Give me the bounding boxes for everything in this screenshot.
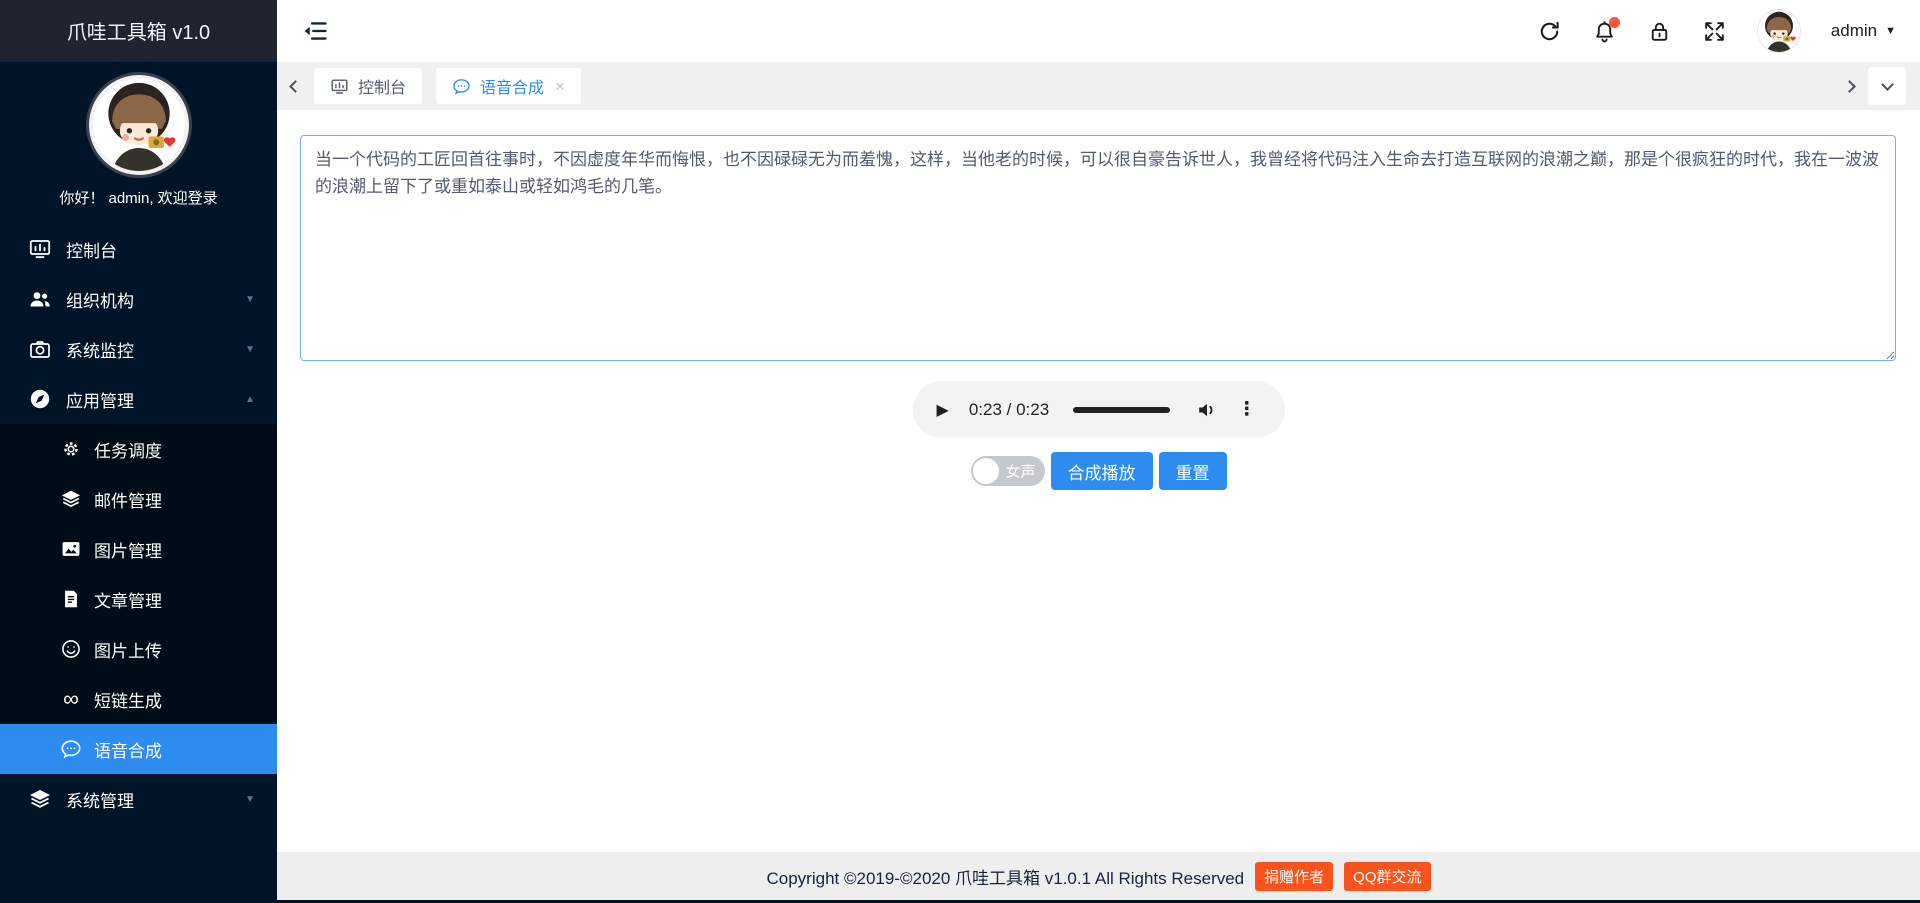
collapse-sidebar-icon[interactable] (301, 17, 329, 45)
sidebar-item-task-schedule[interactable]: 任务调度 (0, 424, 277, 474)
sidebar-item-image-upload[interactable]: 图片上传 (0, 624, 277, 674)
audio-progress-bar[interactable] (1073, 406, 1171, 413)
topbar-actions: admin ▼ (1537, 9, 1896, 53)
sidebar-item-label: 控制台 (66, 241, 117, 261)
users-icon (28, 287, 52, 311)
sidebar-item-label: 语音合成 (94, 741, 162, 761)
chevron-down-icon (1880, 77, 1894, 91)
sidebar-item-label: 图片管理 (94, 541, 162, 561)
app-title: 爪哇工具箱 v1.0 (66, 21, 211, 44)
volume-icon[interactable] (1196, 399, 1218, 421)
reset-button[interactable]: 重置 (1158, 452, 1227, 490)
synthesis-controls: 女声 合成播放 重置 (277, 452, 1920, 490)
username-text: admin (1830, 21, 1878, 40)
notification-badge (1608, 16, 1620, 28)
avatar-image (1757, 10, 1800, 52)
sidebar-item-label: 系统监控 (66, 341, 134, 361)
speech-bubble-icon (60, 738, 82, 760)
toggle-knob (972, 458, 999, 484)
notifications-bell-icon[interactable] (1592, 16, 1620, 44)
layers-icon (60, 488, 82, 510)
sidebar-item-label: 邮件管理 (94, 491, 162, 511)
main-column: admin ▼ 控制台 语音合成 × 当一个代码的工匠回首往事时，不因虚度年华而… (277, 0, 1920, 903)
audio-player-row: ▶ 0:23 / 0:23 ⋮ (277, 381, 1920, 438)
audio-player: ▶ 0:23 / 0:23 ⋮ (912, 381, 1285, 438)
tab-label: 语音合成 (480, 80, 545, 97)
sidebar: 爪哇工具箱 v1.0 你好！ admin, 欢迎登录 控制台 组织机构 ▼ 系统… (0, 0, 277, 903)
donate-author-button[interactable]: 捐赠作者 (1255, 861, 1334, 891)
smiley-icon (60, 638, 82, 660)
user-avatar-small[interactable] (1756, 9, 1801, 53)
synthesize-play-button[interactable]: 合成播放 (1050, 452, 1153, 490)
footer: Copyright ©2019-©2020 爪哇工具箱 v1.0.1 All R… (277, 852, 1920, 900)
sidebar-item-mail-manage[interactable]: 邮件管理 (0, 474, 277, 524)
document-icon (60, 588, 82, 610)
welcome-text: 你好！ admin, 欢迎登录 (59, 190, 218, 207)
chevron-down-icon: ▼ (245, 793, 255, 805)
sidebar-item-short-link[interactable]: ∞ 短链生成 (0, 674, 277, 724)
app-root: 爪哇工具箱 v1.0 你好！ admin, 欢迎登录 控制台 组织机构 ▼ 系统… (0, 0, 1920, 903)
tabs-list-button[interactable] (1868, 67, 1906, 105)
sidebar-item-image-manage[interactable]: 图片管理 (0, 524, 277, 574)
sidebar-item-label: 应用管理 (66, 391, 134, 411)
infinity-icon: ∞ (63, 686, 79, 711)
close-tab-icon[interactable]: × (555, 78, 565, 95)
applications-submenu: 任务调度 邮件管理 图片管理 文章管理 图片上传 ∞ 短链生成 语音合成 (0, 424, 277, 774)
chevron-down-icon: ▼ (245, 343, 255, 355)
sidebar-item-console[interactable]: 控制台 (0, 224, 277, 274)
tabs-scroll-right-icon[interactable] (1843, 79, 1856, 93)
play-icon[interactable]: ▶ (937, 400, 949, 420)
sidebar-item-speech-synthesis[interactable]: 语音合成 (0, 724, 277, 774)
sidebar-item-label: 文章管理 (94, 591, 162, 611)
chevron-up-icon: ▲ (245, 393, 255, 405)
user-avatar-large (88, 75, 189, 175)
sidebar-item-monitor[interactable]: 系统监控 ▼ (0, 324, 277, 374)
gear-icon (60, 438, 82, 460)
speech-text-input[interactable]: 当一个代码的工匠回首往事时，不因虚度年华而悔恨，也不因碌碌无为而羞愧，这样，当他… (300, 135, 1896, 361)
image-icon (60, 538, 82, 560)
chevron-down-icon: ▼ (245, 293, 255, 305)
camera-icon (28, 337, 52, 361)
voice-gender-toggle[interactable]: 女声 (970, 456, 1045, 486)
toggle-label: 女声 (1005, 463, 1036, 481)
sidebar-item-label: 组织机构 (66, 291, 134, 311)
more-options-icon[interactable]: ⋮ (1237, 398, 1256, 421)
dashboard-icon (330, 77, 349, 96)
qq-group-button[interactable]: QQ群交流 (1344, 861, 1431, 891)
sidebar-item-organization[interactable]: 组织机构 ▼ (0, 274, 277, 324)
dashboard-icon (28, 237, 52, 261)
user-menu[interactable]: admin ▼ (1831, 21, 1896, 41)
avatar-image (92, 79, 185, 171)
tabs-scroll-left-icon[interactable] (289, 79, 302, 93)
sidebar-item-label: 系统管理 (66, 791, 134, 811)
lock-screen-icon[interactable] (1647, 19, 1672, 44)
tabbar: 控制台 语音合成 × (277, 62, 1920, 110)
app-logo-bar: 爪哇工具箱 v1.0 (0, 0, 277, 62)
sidebar-menu: 控制台 组织机构 ▼ 系统监控 ▼ 应用管理 ▲ 任务调度 邮件管理 图片管理 … (0, 224, 277, 824)
tab-label: 控制台 (358, 80, 407, 97)
sidebar-item-label: 任务调度 (94, 441, 162, 461)
compass-icon (28, 387, 52, 411)
topbar: admin ▼ (277, 0, 1920, 62)
sidebar-item-applications[interactable]: 应用管理 ▲ (0, 374, 277, 424)
sidebar-item-article-manage[interactable]: 文章管理 (0, 574, 277, 624)
tab-speech-synthesis[interactable]: 语音合成 × (436, 68, 581, 104)
tab-console[interactable]: 控制台 (314, 68, 423, 104)
sidebar-item-system-manage[interactable]: 系统管理 ▼ (0, 774, 277, 824)
speech-synthesis-panel: 当一个代码的工匠回首往事时，不因虚度年华而悔恨，也不因碌碌无为而羞愧，这样，当他… (277, 110, 1920, 852)
fullscreen-icon[interactable] (1702, 19, 1727, 44)
sidebar-item-label: 图片上传 (94, 641, 162, 661)
speech-bubble-icon (452, 77, 471, 96)
audio-time-display: 0:23 / 0:23 (968, 399, 1050, 419)
sidebar-item-label: 短链生成 (94, 691, 162, 711)
layers-icon (28, 787, 52, 811)
refresh-icon[interactable] (1537, 19, 1562, 44)
copyright-text: Copyright ©2019-©2020 爪哇工具箱 v1.0.1 All R… (766, 868, 1245, 888)
chevron-down-icon: ▼ (1885, 25, 1896, 37)
